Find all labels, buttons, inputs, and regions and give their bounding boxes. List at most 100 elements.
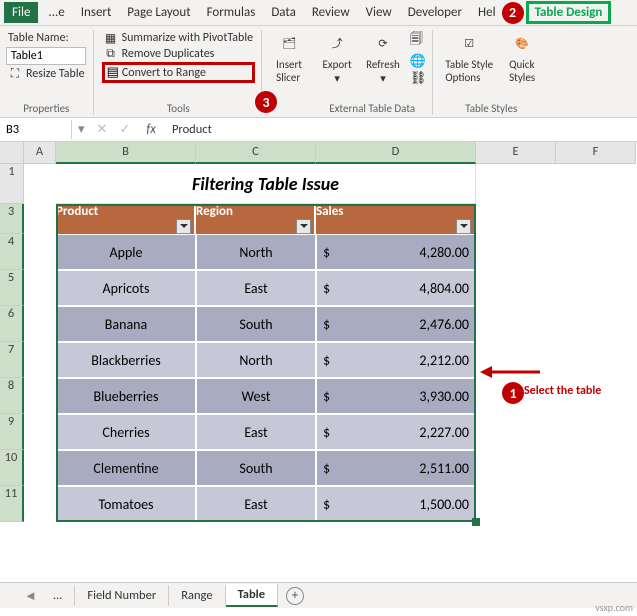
pivot-icon: ▦ [104, 31, 118, 45]
row-1[interactable]: 1 [0, 164, 24, 204]
table-cell-product[interactable]: Cherries [56, 414, 196, 450]
cancel-icon[interactable]: ✕ [91, 122, 114, 137]
resize-table-button[interactable]: ⛶ Resize Table [6, 66, 87, 82]
sheet-tab-field-number[interactable]: Field Number [75, 585, 169, 606]
table-cell-sales[interactable]: $3,930.00 [316, 378, 476, 414]
properties-icon[interactable]: 🗐 [410, 30, 427, 52]
refresh-button[interactable]: ⟳ Refresh ▾ [362, 30, 404, 86]
header-sales[interactable]: Sales [316, 204, 476, 234]
table-cell-sales[interactable]: $4,280.00 [316, 234, 476, 270]
header-product[interactable]: Product [56, 204, 196, 234]
table-cell-region[interactable]: South [196, 450, 316, 486]
summarize-pivot-button[interactable]: ▦ Summarize with PivotTable [102, 30, 256, 46]
tab-formulas[interactable]: Formulas [199, 2, 264, 23]
row-7[interactable]: 7 [0, 342, 24, 378]
namebox-dropdown-icon[interactable]: ▾ [72, 122, 91, 137]
table-cell-region[interactable]: East [196, 270, 316, 306]
ribbon: Table Name: ⛶ Resize Table Properties ▦ … [0, 26, 637, 118]
open-browser-icon[interactable]: 🌐 [410, 54, 427, 69]
insert-slicer-button[interactable]: 🗂 Insert Slicer [270, 30, 308, 84]
table-cell-sales[interactable]: $1,500.00 [316, 486, 476, 522]
select-all-corner[interactable] [0, 142, 24, 164]
name-box[interactable]: B3 [0, 120, 72, 139]
grid[interactable]: Filtering Table Issue Product Region Sal… [24, 164, 637, 584]
tab-developer[interactable]: Developer [400, 2, 470, 23]
table-cell-sales[interactable]: $2,511.00 [316, 450, 476, 486]
table-cell-region[interactable]: South [196, 306, 316, 342]
sheet-tab-prev[interactable]: ... [41, 585, 75, 606]
row-3[interactable]: 3 [0, 204, 24, 234]
convert-to-range-highlight: ▤ Convert to Range [102, 62, 256, 83]
step-3-badge: 3 [255, 91, 277, 113]
table-cell-product[interactable]: Blueberries [56, 378, 196, 414]
tab-table-design[interactable]: Table Design [526, 1, 612, 24]
table-cell-region[interactable]: North [196, 234, 316, 270]
ribbon-tabs: File ...e Insert Page Layout Formulas Da… [0, 0, 637, 26]
slicer-icon: 🗂 [274, 30, 304, 58]
tab-file[interactable]: File [4, 2, 38, 23]
table-name-input[interactable] [6, 47, 86, 65]
row-8[interactable]: 8 [0, 378, 24, 414]
group-tools: ▦ Summarize with PivotTable ⧉ Remove Dup… [102, 30, 263, 115]
tab-review[interactable]: Review [304, 2, 358, 23]
title-cell[interactable]: Filtering Table Issue [56, 164, 476, 204]
table-cell-region[interactable]: East [196, 486, 316, 522]
row-5[interactable]: 5 [0, 270, 24, 306]
row-11[interactable]: 11 [0, 486, 24, 522]
col-C[interactable]: C [196, 142, 316, 164]
export-button[interactable]: ⤴ Export ▾ [318, 30, 356, 86]
col-B[interactable]: B [56, 142, 196, 164]
resize-icon: ⛶ [8, 67, 22, 81]
step-2-badge: 2 [502, 2, 524, 24]
remove-duplicates-button[interactable]: ⧉ Remove Duplicates [102, 46, 256, 62]
tab-insert[interactable]: Insert [73, 2, 120, 23]
col-A[interactable]: A [24, 142, 56, 164]
row-10[interactable]: 10 [0, 450, 24, 486]
row-9[interactable]: 9 [0, 414, 24, 450]
fx-icon[interactable]: fx [136, 122, 166, 137]
table-cell-product[interactable]: Apple [56, 234, 196, 270]
table-cell-product[interactable]: Blackberries [56, 342, 196, 378]
refresh-label: Refresh [366, 59, 400, 72]
filter-button-region[interactable] [296, 219, 311, 234]
table-cell-sales[interactable]: $2,227.00 [316, 414, 476, 450]
enter-icon[interactable]: ✓ [113, 122, 136, 137]
table-cell-region[interactable]: West [196, 378, 316, 414]
table-cell-sales[interactable]: $2,212.00 [316, 342, 476, 378]
tab-page-layout[interactable]: Page Layout [119, 2, 198, 23]
add-sheet-button[interactable]: + [286, 587, 304, 605]
table-cell-sales[interactable]: $2,476.00 [316, 306, 476, 342]
unlink-icon[interactable]: ⛓ [410, 71, 427, 86]
group-properties: Table Name: ⛶ Resize Table Properties [6, 30, 94, 115]
filter-button-sales[interactable] [456, 219, 471, 234]
table-cell-product[interactable]: Banana [56, 306, 196, 342]
filter-button-product[interactable] [176, 219, 191, 234]
tab-data[interactable]: Data [263, 2, 304, 23]
table-cell-region[interactable]: North [196, 342, 316, 378]
row-4[interactable]: 4 [0, 234, 24, 270]
table-cell-product[interactable]: Clementine [56, 450, 196, 486]
quick-styles-button[interactable]: 🎨 Quick Styles [503, 30, 541, 84]
sheet-tab-range[interactable]: Range [169, 585, 225, 606]
col-F[interactable]: F [556, 142, 636, 164]
table-cell-product[interactable]: Apricots [56, 270, 196, 306]
row-6[interactable]: 6 [0, 306, 24, 342]
table-cell-region[interactable]: East [196, 414, 316, 450]
tab-help[interactable]: Hel [470, 2, 504, 23]
tab-prev[interactable]: ...e [40, 2, 72, 23]
col-D[interactable]: D [316, 142, 476, 164]
table-style-options-button[interactable]: ☑ Table Style Options [441, 30, 497, 84]
scroll-left-icon[interactable]: ◄ [20, 588, 41, 604]
formula-bar[interactable]: Product [166, 120, 218, 139]
sheet-tab-table[interactable]: Table [226, 584, 278, 607]
header-region[interactable]: Region [196, 204, 316, 234]
selection-handle[interactable] [472, 518, 480, 526]
convert-to-range-button[interactable]: Convert to Range [122, 66, 206, 80]
tab-view[interactable]: View [358, 2, 400, 23]
remove-dup-label: Remove Duplicates [122, 47, 215, 61]
table-cell-product[interactable]: Tomatoes [56, 486, 196, 522]
row-headers: 1 3 4 5 6 7 8 9 10 11 [0, 164, 24, 584]
col-E[interactable]: E [476, 142, 556, 164]
step-1-badge: 1 [502, 382, 524, 404]
table-cell-sales[interactable]: $4,804.00 [316, 270, 476, 306]
